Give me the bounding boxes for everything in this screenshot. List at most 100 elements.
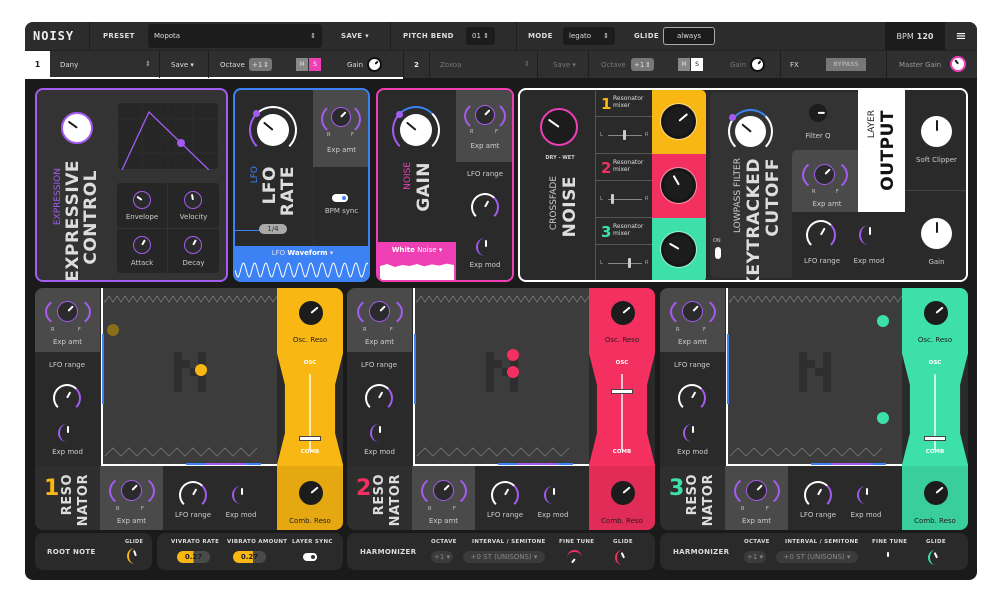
osc-comb-slider[interactable]: [621, 374, 623, 450]
interval-select[interactable]: +0 ST (UNISONS) ▾: [776, 551, 858, 563]
solo-button[interactable]: S: [309, 58, 321, 71]
exp-mod-knob[interactable]: [683, 424, 701, 442]
layer-2-tab[interactable]: 2: [414, 61, 419, 69]
lfo-waveform-section[interactable]: LFO Waveform ▾: [235, 246, 368, 280]
resonator-mix-knob[interactable]: [661, 104, 696, 139]
exp-amt-knob[interactable]: [57, 301, 78, 322]
expression-knob[interactable]: [61, 112, 93, 144]
lfo-range-knob[interactable]: [683, 389, 701, 407]
comb-reso-knob[interactable]: [924, 481, 948, 505]
velocity-knob[interactable]: [184, 191, 202, 209]
decay-knob[interactable]: [184, 236, 202, 254]
resonator-xy-pad[interactable]: [101, 288, 277, 466]
exp-mod-knob[interactable]: [370, 424, 388, 442]
glide-knob[interactable]: [928, 550, 943, 565]
exp-mod-knob[interactable]: [544, 486, 562, 504]
pan-handle[interactable]: [628, 258, 631, 268]
noise-type-section[interactable]: White Noise ▾: [378, 242, 456, 280]
layer-1-octave-select[interactable]: +1 ⇕: [249, 58, 272, 71]
filter-q-knob[interactable]: [809, 104, 827, 122]
updown-icon[interactable]: ⇕: [524, 60, 530, 68]
cutoff-knob[interactable]: [735, 116, 766, 147]
exp-amt-knob[interactable]: [121, 480, 142, 501]
layer-2-octave-select[interactable]: +1 ⇕: [631, 58, 654, 71]
xy-point[interactable]: [877, 412, 889, 424]
pitch-bend-select[interactable]: 01 ⇕: [466, 27, 495, 45]
hamburger-icon[interactable]: ≡: [945, 22, 977, 50]
preset-select[interactable]: Mopota ⇕: [148, 24, 322, 48]
pan-handle[interactable]: [611, 194, 614, 204]
lfo-rate-knob[interactable]: [257, 114, 289, 146]
glide-knob[interactable]: [615, 550, 630, 565]
glide-select[interactable]: always: [663, 27, 715, 45]
xy-point[interactable]: [877, 315, 889, 327]
mute-button[interactable]: M: [296, 58, 308, 71]
lfo-range-knob[interactable]: [809, 486, 827, 504]
bpm-display[interactable]: BPM 120: [885, 22, 945, 50]
bpm-sync-toggle[interactable]: [332, 194, 348, 202]
fine-tune-knob[interactable]: [567, 550, 582, 565]
exp-amt-knob[interactable]: [331, 107, 351, 127]
layer-1-save[interactable]: Save ▾: [171, 61, 194, 69]
envelope-graph[interactable]: [117, 102, 219, 170]
exp-mod-knob[interactable]: [232, 486, 250, 504]
output-gain-knob[interactable]: [921, 218, 952, 249]
osc-reso-knob[interactable]: [299, 301, 323, 325]
noise-type-select[interactable]: White Noise ▾: [378, 246, 456, 254]
lfo-waveform-select[interactable]: LFO Waveform ▾: [235, 249, 368, 257]
layer-1-gain-knob[interactable]: [367, 57, 382, 72]
exp-mod-knob[interactable]: [476, 238, 494, 256]
pan-slider[interactable]: [608, 263, 642, 264]
interval-select[interactable]: +0 ST (UNISONS) ▾: [463, 551, 545, 563]
lfo-range-knob[interactable]: [811, 225, 831, 245]
exp-amt-knob[interactable]: [369, 301, 390, 322]
resonator-mix-knob[interactable]: [661, 168, 696, 203]
exp-mod-knob[interactable]: [859, 225, 879, 245]
octave-select[interactable]: +1 ▾: [431, 551, 453, 563]
master-gain-knob[interactable]: [950, 56, 966, 72]
exp-amt-knob[interactable]: [682, 301, 703, 322]
lfo-rate-value[interactable]: 1/4: [259, 224, 287, 234]
exp-amt-knob[interactable]: [475, 105, 495, 125]
lfo-range-knob[interactable]: [496, 486, 514, 504]
vibrato-amount-slider[interactable]: 0.27: [233, 551, 266, 563]
resonator-mix-knob[interactable]: [661, 232, 696, 267]
octave-select[interactable]: +1 ▾: [744, 551, 766, 563]
mod-handle[interactable]: [729, 114, 736, 121]
exp-amt-knob[interactable]: [746, 480, 767, 501]
lfo-range-knob[interactable]: [184, 486, 202, 504]
attack-knob[interactable]: [133, 236, 151, 254]
vibrato-rate-slider[interactable]: 0.27: [177, 551, 210, 563]
save-button[interactable]: SAVE ▾: [341, 32, 369, 40]
osc-comb-handle[interactable]: [299, 436, 321, 441]
mode-select[interactable]: legato ⇕: [563, 27, 615, 45]
envelope-knob[interactable]: [133, 191, 151, 209]
soft-clipper-knob[interactable]: [921, 116, 952, 147]
fine-tune-knob[interactable]: [880, 550, 895, 565]
pan-handle[interactable]: [623, 130, 626, 140]
comb-reso-knob[interactable]: [611, 481, 635, 505]
lfo-range-knob[interactable]: [370, 389, 388, 407]
filter-on-toggle[interactable]: [715, 247, 721, 259]
mod-handle[interactable]: [396, 111, 403, 118]
layer-2-name[interactable]: Zoxoa: [440, 61, 461, 69]
noise-gain-knob[interactable]: [400, 114, 432, 146]
layer-2-save[interactable]: Save ▾: [553, 61, 576, 69]
xy-point[interactable]: [195, 364, 207, 376]
lfo-range-knob[interactable]: [58, 389, 76, 407]
xy-point[interactable]: [107, 324, 119, 336]
xy-point[interactable]: [507, 366, 519, 378]
bypass-button[interactable]: BYPASS: [826, 58, 866, 71]
layer-1-tab[interactable]: 1: [25, 51, 50, 78]
comb-reso-knob[interactable]: [299, 481, 323, 505]
exp-amt-knob[interactable]: [814, 164, 835, 185]
exp-amt-knob[interactable]: [433, 480, 454, 501]
xy-point[interactable]: [507, 349, 519, 361]
osc-comb-handle[interactable]: [924, 436, 946, 441]
osc-comb-handle[interactable]: [611, 389, 633, 394]
exp-mod-knob[interactable]: [857, 486, 875, 504]
layer-2-gain-knob[interactable]: [750, 57, 765, 72]
osc-reso-knob[interactable]: [924, 301, 948, 325]
osc-reso-knob[interactable]: [611, 301, 635, 325]
mod-handle[interactable]: [253, 110, 260, 117]
